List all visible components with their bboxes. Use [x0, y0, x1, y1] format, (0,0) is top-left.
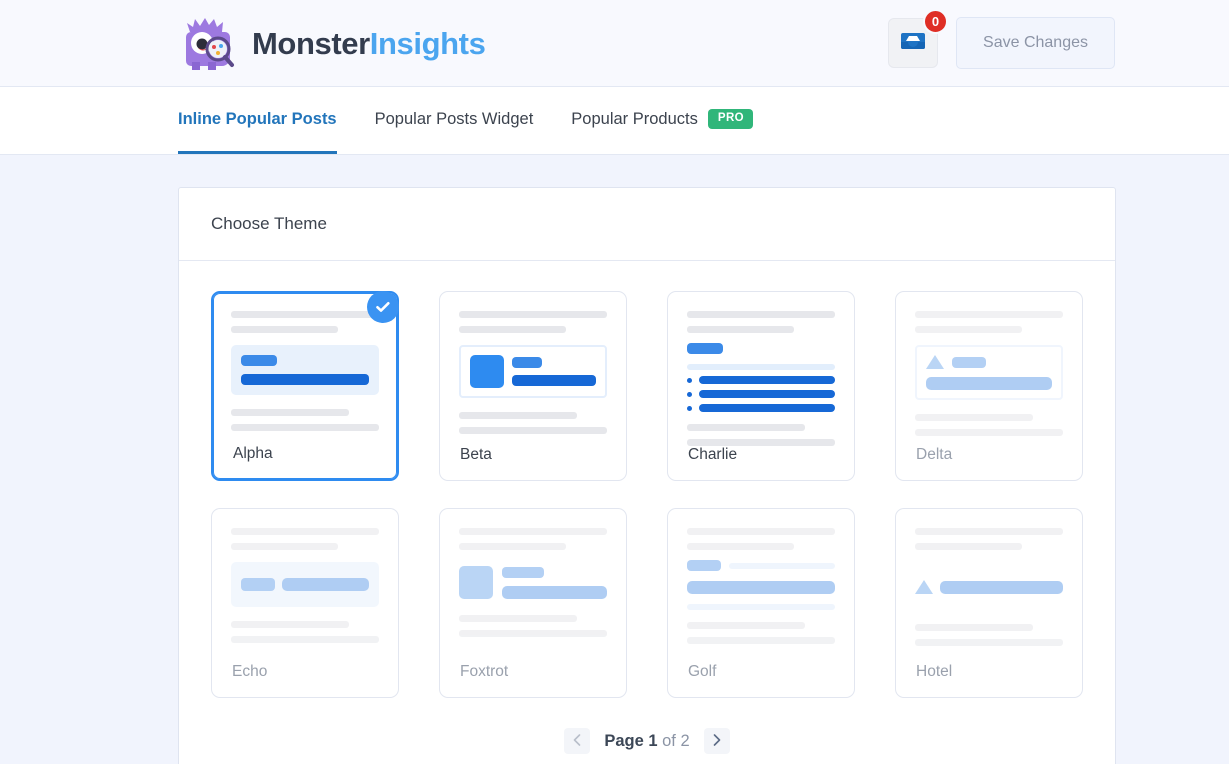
- tab-popular-products[interactable]: Popular Products PRO: [571, 87, 753, 154]
- theme-card-charlie[interactable]: Charlie: [667, 291, 855, 481]
- triangle-icon: [915, 580, 933, 594]
- chevron-left-icon: [573, 733, 581, 749]
- panel-title: Choose Theme: [179, 188, 1115, 261]
- theme-preview-echo: [231, 528, 379, 643]
- main-content: Choose Theme Alpha Beta Charlie Delta Ec…: [0, 155, 1229, 764]
- monster-mascot-icon: [178, 12, 240, 74]
- theme-card-hotel[interactable]: Hotel: [895, 508, 1083, 698]
- tab-bar: Inline Popular Posts Popular Posts Widge…: [0, 87, 1229, 155]
- theme-card-echo[interactable]: Echo: [211, 508, 399, 698]
- theme-preview-foxtrot: [459, 528, 607, 637]
- theme-label: Charlie: [688, 446, 738, 463]
- theme-card-golf[interactable]: Golf: [667, 508, 855, 698]
- tab-label: Inline Popular Posts: [178, 109, 337, 128]
- pro-badge: PRO: [707, 109, 753, 129]
- theme-grid: Alpha Beta Charlie Delta Echo Foxtrot Go…: [211, 291, 1083, 698]
- theme-card-beta[interactable]: Beta: [439, 291, 627, 481]
- theme-grid-container: Alpha Beta Charlie Delta Echo Foxtrot Go…: [179, 261, 1115, 764]
- chevron-right-icon: [713, 733, 721, 749]
- brand-wordmark: MonsterInsights: [252, 25, 486, 61]
- theme-label: Golf: [688, 663, 717, 680]
- theme-preview-alpha: [231, 311, 379, 431]
- theme-preview-charlie: [687, 311, 835, 446]
- pagination-page-label: Page: [604, 731, 644, 750]
- theme-preview-hotel: [915, 528, 1063, 646]
- inbox-icon: [900, 30, 926, 57]
- pagination-of-label: of: [662, 731, 676, 750]
- brand-wordmark-primary: Monster: [252, 25, 370, 61]
- tab-popular-posts-widget[interactable]: Popular Posts Widget: [375, 87, 534, 154]
- notifications-count-badge: 0: [923, 9, 949, 34]
- brand-logo: MonsterInsights: [178, 12, 486, 74]
- app-header: MonsterInsights 0 Save Changes: [0, 0, 1229, 87]
- pagination-next-button[interactable]: [703, 728, 730, 754]
- check-circle-icon: [367, 291, 399, 323]
- theme-label: Delta: [916, 446, 953, 463]
- pagination-status: Page 1 of 2: [604, 732, 689, 751]
- theme-preview-delta: [915, 311, 1063, 436]
- theme-label: Alpha: [233, 445, 273, 462]
- choose-theme-panel: Choose Theme Alpha Beta Charlie Delta Ec…: [178, 187, 1116, 764]
- theme-label: Echo: [232, 663, 268, 680]
- theme-preview-golf: [687, 528, 835, 644]
- theme-label: Hotel: [916, 663, 953, 680]
- pagination: Page 1 of 2: [211, 698, 1083, 764]
- theme-preview-beta: [459, 311, 607, 434]
- pagination-prev-button[interactable]: [564, 728, 591, 754]
- header-actions: 0 Save Changes: [888, 9, 1115, 69]
- theme-label: Beta: [460, 446, 492, 463]
- pagination-total-pages: 2: [680, 731, 690, 750]
- theme-card-alpha[interactable]: Alpha: [211, 291, 399, 481]
- notifications: 0: [888, 9, 949, 68]
- triangle-icon: [926, 355, 944, 369]
- tab-label: Popular Posts Widget: [374, 109, 534, 128]
- tab-inline-popular-posts[interactable]: Inline Popular Posts: [178, 87, 337, 154]
- brand-wordmark-secondary: Insights: [369, 25, 486, 61]
- theme-card-foxtrot[interactable]: Foxtrot: [439, 508, 627, 698]
- theme-label: Foxtrot: [460, 663, 509, 680]
- tab-label: Popular Products: [571, 109, 698, 128]
- pagination-current-page: 1: [648, 731, 658, 750]
- theme-card-delta[interactable]: Delta: [895, 291, 1083, 481]
- save-changes-button[interactable]: Save Changes: [956, 17, 1115, 69]
